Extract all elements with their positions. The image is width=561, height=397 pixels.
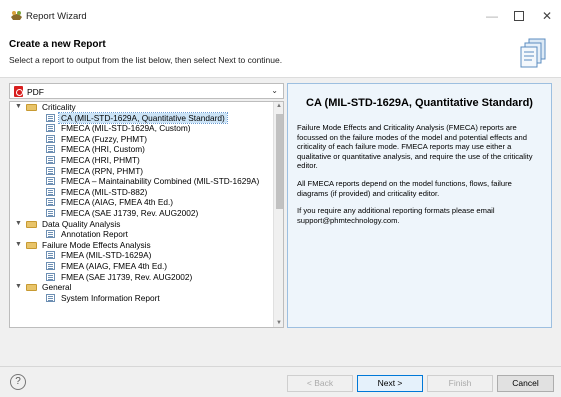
tree-folder[interactable]: ▼ General <box>10 282 272 293</box>
cancel-button[interactable]: Cancel <box>497 375 554 392</box>
report-icon <box>46 208 55 217</box>
report-icon <box>46 155 55 164</box>
chevron-down-icon: ⌄ <box>271 86 278 95</box>
tree-report-label: System Information Report <box>61 292 160 303</box>
folder-icon <box>26 104 37 111</box>
report-stack-icon <box>520 38 546 68</box>
tree-report-label: FMECA – Maintainability Combined (MIL-ST… <box>61 176 260 187</box>
tree-report-item[interactable]: Annotation Report <box>10 229 272 240</box>
tree-report-label: FMEA (SAE J1739, Rev. AUG2002) <box>61 271 193 282</box>
tree-report-label: FMECA (Fuzzy, PHMT) <box>61 133 148 144</box>
report-icon <box>46 187 55 196</box>
report-icon <box>46 293 55 302</box>
tree-report-item[interactable]: FMECA (MIL-STD-882) <box>10 187 272 198</box>
tree-folder-label: Data Quality Analysis <box>42 218 121 229</box>
next-button[interactable]: Next > <box>357 375 423 392</box>
tree-folder-label: General <box>42 282 72 293</box>
report-icon <box>46 230 55 239</box>
folder-icon <box>26 241 37 249</box>
report-tree[interactable]: ▼ Criticality CA (MIL-STD-1629A, Quantitat… <box>9 101 284 328</box>
report-tree-list: ▼ Criticality CA (MIL-STD-1629A, Quantitat… <box>10 102 272 303</box>
tree-report-item[interactable]: FMECA (AIAG, FMEA 4th Ed.) <box>10 197 272 208</box>
page-description: Select a report to output from the list … <box>9 55 283 65</box>
tree-report-item[interactable]: FMECA (HRI, Custom) <box>10 144 272 155</box>
tree-report-label: FMECA (MIL-STD-1629A, Custom) <box>61 123 191 134</box>
report-icon <box>46 177 55 186</box>
tree-report-label: FMECA (SAE J1739, Rev. AUG2002) <box>61 207 199 218</box>
expanded-chevron-icon[interactable]: ▼ <box>15 102 22 113</box>
tree-folder-label: Failure Mode Effects Analysis <box>42 239 151 250</box>
tree-report-label: FMECA (AIAG, FMEA 4th Ed.) <box>61 197 174 208</box>
tree-report-label: FMECA (HRI, PHMT) <box>61 154 140 165</box>
back-button[interactable]: < Back <box>287 375 353 392</box>
folder-icon <box>26 284 37 292</box>
report-icon <box>46 272 55 281</box>
tree-scrollbar-thumb[interactable] <box>276 114 283 209</box>
report-icon <box>46 166 55 175</box>
tree-report-item[interactable]: FMEA (MIL-STD-1629A) <box>10 250 272 261</box>
tree-report-item[interactable]: FMECA (Fuzzy, PHMT) <box>10 134 272 145</box>
finish-button[interactable]: Finish <box>427 375 493 392</box>
output-format-value: PDF <box>27 87 44 97</box>
scroll-down-icon[interactable]: ▼ <box>276 320 282 326</box>
tree-report-item[interactable]: FMECA (HRI, PHMT) <box>10 155 272 166</box>
tree-report-item[interactable]: FMECA – Maintainability Combined (MIL-ST… <box>10 176 272 187</box>
report-description-paragraph: If you require any additional reporting … <box>297 206 495 225</box>
output-format-select[interactable]: PDF ⌄ <box>9 83 284 99</box>
minimize-button[interactable]: — <box>482 7 502 25</box>
window-title: Report Wizard <box>26 11 87 22</box>
expanded-chevron-icon[interactable]: ▼ <box>15 219 22 230</box>
close-button[interactable]: ✕ <box>537 7 557 25</box>
tree-report-label: FMEA (AIAG, FMEA 4th Ed.) <box>61 260 168 271</box>
tree-report-item[interactable]: FMEA (AIAG, FMEA 4th Ed.) <box>10 261 272 272</box>
report-description-panel: CA (MIL-STD-1629A, Quantitative Standard… <box>287 83 552 328</box>
report-icon <box>46 113 55 122</box>
report-icon <box>46 198 55 207</box>
maximize-icon <box>514 11 524 21</box>
tree-report-item[interactable]: CA (MIL-STD-1629A, Quantitative Standard… <box>10 111 272 124</box>
report-icon <box>46 124 55 133</box>
tree-report-label: CA (MIL-STD-1629A, Quantitative Standard… <box>58 111 228 124</box>
pdf-icon <box>14 86 23 97</box>
report-description-paragraph: All FMECA reports depend on the model fu… <box>297 178 512 198</box>
tree-report-item[interactable]: FMEA (SAE J1739, Rev. AUG2002) <box>10 272 272 283</box>
report-description-paragraph: Failure Mode Effects and Criticality Ana… <box>297 123 533 171</box>
report-description-title: CA (MIL-STD-1629A, Quantitative Standard… <box>306 97 533 109</box>
tree-report-item[interactable]: FMECA (RPN, PHMT) <box>10 166 272 177</box>
tree-report-label: FMECA (HRI, Custom) <box>61 144 145 155</box>
tree-report-label: FMECA (MIL-STD-882) <box>61 186 148 197</box>
help-button[interactable]: ? <box>10 374 26 390</box>
tree-folder[interactable]: ▼ Data Quality Analysis <box>10 219 272 230</box>
footer-divider <box>0 366 561 367</box>
expanded-chevron-icon[interactable]: ▼ <box>15 282 22 293</box>
tree-report-label: FMEA (MIL-STD-1629A) <box>61 250 152 261</box>
tree-report-item[interactable]: FMECA (SAE J1739, Rev. AUG2002) <box>10 208 272 219</box>
title-bar: Report Wizard — ✕ <box>0 0 561 30</box>
wizard-app-icon <box>11 11 22 20</box>
tree-folder[interactable]: ▼ Failure Mode Effects Analysis <box>10 240 272 251</box>
tree-folder-label: Criticality <box>42 102 76 112</box>
page-title: Create a new Report <box>9 39 106 50</box>
tree-folder[interactable]: ▼ Criticality <box>10 102 272 113</box>
tree-scrollbar[interactable]: ▲ ▼ <box>273 102 283 327</box>
wizard-header: Create a new Report Select a report to o… <box>0 30 561 78</box>
report-icon <box>46 251 55 260</box>
report-icon <box>46 134 55 143</box>
report-icon <box>46 145 55 154</box>
tree-report-label: FMECA (RPN, PHMT) <box>61 165 144 176</box>
scroll-up-icon[interactable]: ▲ <box>276 103 282 109</box>
report-icon <box>46 261 55 270</box>
folder-icon <box>26 220 37 228</box>
tree-report-item[interactable]: System Information Report <box>10 293 272 304</box>
tree-report-item[interactable]: FMECA (MIL-STD-1629A, Custom) <box>10 123 272 134</box>
tree-report-label: Annotation Report <box>61 229 128 240</box>
expanded-chevron-icon[interactable]: ▼ <box>15 240 22 251</box>
maximize-button[interactable] <box>509 7 529 25</box>
